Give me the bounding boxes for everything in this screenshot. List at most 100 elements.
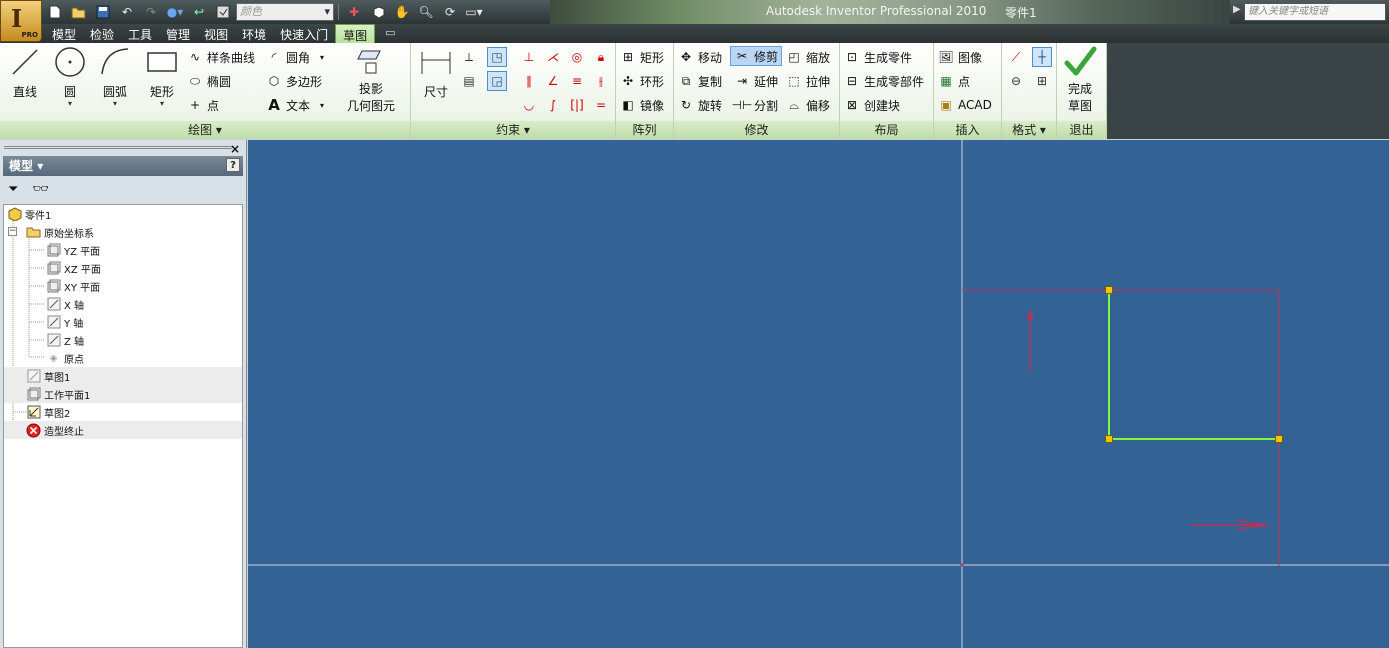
circular-pattern-button[interactable]: ✣ 环形 xyxy=(620,71,664,91)
view-cube-icon[interactable] xyxy=(367,3,389,22)
create-block-button[interactable]: ⊠ 创建块 xyxy=(844,95,900,115)
browser-grip[interactable] xyxy=(4,146,232,149)
chevron-down-icon[interactable]: ▾ xyxy=(320,53,324,62)
insert-points-button[interactable]: ▦ 点 xyxy=(938,71,970,91)
trim-button[interactable]: ✂ 修剪 xyxy=(730,46,783,66)
update-icon[interactable] xyxy=(212,3,234,22)
text-button[interactable]: A 文本 ▾ xyxy=(266,95,324,115)
panel-format-title[interactable]: 格式 ▾ xyxy=(1002,121,1056,139)
tab-get-started[interactable]: 快速入门 xyxy=(273,24,335,43)
tab-inspect[interactable]: 检验 xyxy=(83,24,121,43)
tree-item-center-point[interactable]: ◈ 原点 xyxy=(4,349,242,367)
circle-button[interactable]: 圆 ▾ xyxy=(53,45,87,108)
make-part-button[interactable]: ⊡ 生成零件 xyxy=(844,47,912,67)
perpendicular-constraint-icon[interactable]: ⊥ xyxy=(519,47,539,67)
find-icon[interactable]: 👓︎ xyxy=(32,182,49,197)
symmetric-constraint-icon[interactable]: [|] xyxy=(567,95,587,115)
spline-button[interactable]: ∿ 样条曲线 xyxy=(187,47,255,67)
move-button[interactable]: ✥ 移动 xyxy=(678,47,722,67)
help-search-input[interactable]: 键入关键字或短语 xyxy=(1244,3,1386,21)
rectangular-pattern-button[interactable]: ⊞ 矩形 xyxy=(620,47,664,67)
tree-item-x-axis[interactable]: X 轴 xyxy=(4,295,242,313)
rotate-button[interactable]: ↻ 旋转 xyxy=(678,95,722,115)
dimension-button[interactable]: 尺寸 xyxy=(419,45,453,100)
tab-manage[interactable]: 管理 xyxy=(159,24,197,43)
finish-sketch-button[interactable]: 完成 草图 xyxy=(1063,45,1097,114)
parallel-constraint-icon[interactable]: ∥ xyxy=(519,71,539,91)
scale-button[interactable]: ◰ 缩放 xyxy=(786,47,830,67)
fillet-button[interactable]: ◜ 圆角 ▾ xyxy=(266,47,324,67)
fix-constraint-icon[interactable]: 🔒︎ xyxy=(591,47,611,67)
concentric-constraint-icon[interactable]: ◎ xyxy=(567,47,587,67)
coincident-constraint-icon[interactable]: ⋌ xyxy=(543,47,563,67)
tab-view[interactable]: 视图 xyxy=(197,24,235,43)
insert-image-button[interactable]: 🖼︎ 图像 xyxy=(938,47,982,67)
display-icon[interactable]: ▭▾ xyxy=(463,3,485,22)
line-button[interactable]: 直线 xyxy=(8,45,42,100)
show-constraints-icon[interactable]: ◳ xyxy=(487,47,507,67)
ribbon-options-icon[interactable]: ▭ xyxy=(385,24,395,43)
help-icon[interactable]: ? xyxy=(226,158,240,172)
pan-icon[interactable]: ✋ xyxy=(391,3,413,22)
chevron-down-icon[interactable]: ▾ xyxy=(113,100,117,108)
auto-dimension-icon[interactable]: ⟂ xyxy=(459,47,479,67)
tab-sketch[interactable]: 草图 xyxy=(335,24,376,43)
browser-header[interactable]: 模型 ▾ ? xyxy=(3,156,243,176)
smooth-constraint-icon[interactable]: ∫ xyxy=(543,95,563,115)
project-geometry-button[interactable]: 投影 几何图元 xyxy=(347,45,395,114)
construction-icon[interactable]: ⟋ xyxy=(1006,47,1026,67)
new-icon[interactable] xyxy=(44,3,66,22)
tree-item-sketch1[interactable]: 草图1 xyxy=(4,367,242,385)
stretch-button[interactable]: ⬚ 拉伸 xyxy=(786,71,830,91)
tree-item-xz-plane[interactable]: XZ 平面 xyxy=(4,259,242,277)
open-icon[interactable] xyxy=(68,3,90,22)
tree-item-y-axis[interactable]: Y 轴 xyxy=(4,313,242,331)
sketch-endpoint[interactable] xyxy=(1105,435,1113,443)
graphics-window[interactable] xyxy=(248,140,1389,648)
redo-icon[interactable]: ↷ xyxy=(140,3,162,22)
tree-item-end-of-part[interactable]: 造型终止 xyxy=(4,421,242,439)
driven-dimension-icon[interactable]: ▤ xyxy=(459,71,479,91)
tab-model[interactable]: 模型 xyxy=(45,24,83,43)
driven-dimension-format-icon[interactable]: ⊞ xyxy=(1032,71,1052,91)
constraint-settings-icon[interactable]: ◲ xyxy=(487,71,507,91)
insert-acad-button[interactable]: ▣ ACAD xyxy=(938,95,992,115)
select-icon[interactable]: ●▾ xyxy=(164,3,186,22)
tree-item-yz-plane[interactable]: YZ 平面 xyxy=(4,241,242,259)
sketch-canvas[interactable] xyxy=(248,140,1389,648)
color-select[interactable]: 颜色 xyxy=(236,3,334,21)
offset-button[interactable]: ⌓ 偏移 xyxy=(786,95,830,115)
polygon-button[interactable]: ⬡ 多边形 xyxy=(266,71,322,91)
close-icon[interactable]: × xyxy=(230,142,240,156)
copy-button[interactable]: ⧉ 复制 xyxy=(678,71,722,91)
tab-tools[interactable]: 工具 xyxy=(121,24,159,43)
center-point-icon[interactable]: ⊖ xyxy=(1006,71,1026,91)
equal-constraint-icon[interactable]: = xyxy=(591,95,611,115)
tree-item-part[interactable]: 零件1 xyxy=(4,205,242,223)
sketch-endpoint[interactable] xyxy=(1275,435,1283,443)
point-button[interactable]: + 点 xyxy=(187,95,219,115)
tree-item-origin[interactable]: 原始坐标系 xyxy=(4,223,242,241)
search-expand-icon[interactable]: ▶ xyxy=(1233,4,1241,15)
application-menu-button[interactable]: I PRO xyxy=(0,0,42,42)
tree-item-workplane1[interactable]: 工作平面1 xyxy=(4,385,242,403)
filter-icon[interactable]: ⏷ xyxy=(8,182,18,197)
arc-button[interactable]: 圆弧 ▾ xyxy=(98,45,132,108)
tree-item-z-axis[interactable]: Z 轴 xyxy=(4,331,242,349)
panel-draw-title[interactable]: 绘图 ▾ xyxy=(0,121,410,139)
rectangle-button[interactable]: 矩形 ▾ xyxy=(145,45,179,108)
horizontal-constraint-icon[interactable]: ≡ xyxy=(567,71,587,91)
extend-button[interactable]: ⇥ 延伸 xyxy=(734,71,778,91)
split-button[interactable]: ⊣⊢ 分割 xyxy=(732,95,778,115)
undo-icon[interactable]: ↶ xyxy=(116,3,138,22)
tree-item-sketch2[interactable]: 草图2 xyxy=(4,403,242,421)
make-components-button[interactable]: ⊟ 生成零部件 xyxy=(844,71,924,91)
tree-item-xy-plane[interactable]: XY 平面 xyxy=(4,277,242,295)
save-icon[interactable] xyxy=(92,3,114,22)
zoom-icon[interactable]: 🔍︎ xyxy=(415,3,437,22)
chevron-down-icon[interactable]: ▾ xyxy=(320,101,324,110)
tab-environments[interactable]: 环境 xyxy=(235,24,273,43)
collinear-constraint-icon[interactable]: ∠ xyxy=(543,71,563,91)
orbit-icon[interactable]: ⟳ xyxy=(439,3,461,22)
chevron-down-icon[interactable]: ▾ xyxy=(68,100,72,108)
